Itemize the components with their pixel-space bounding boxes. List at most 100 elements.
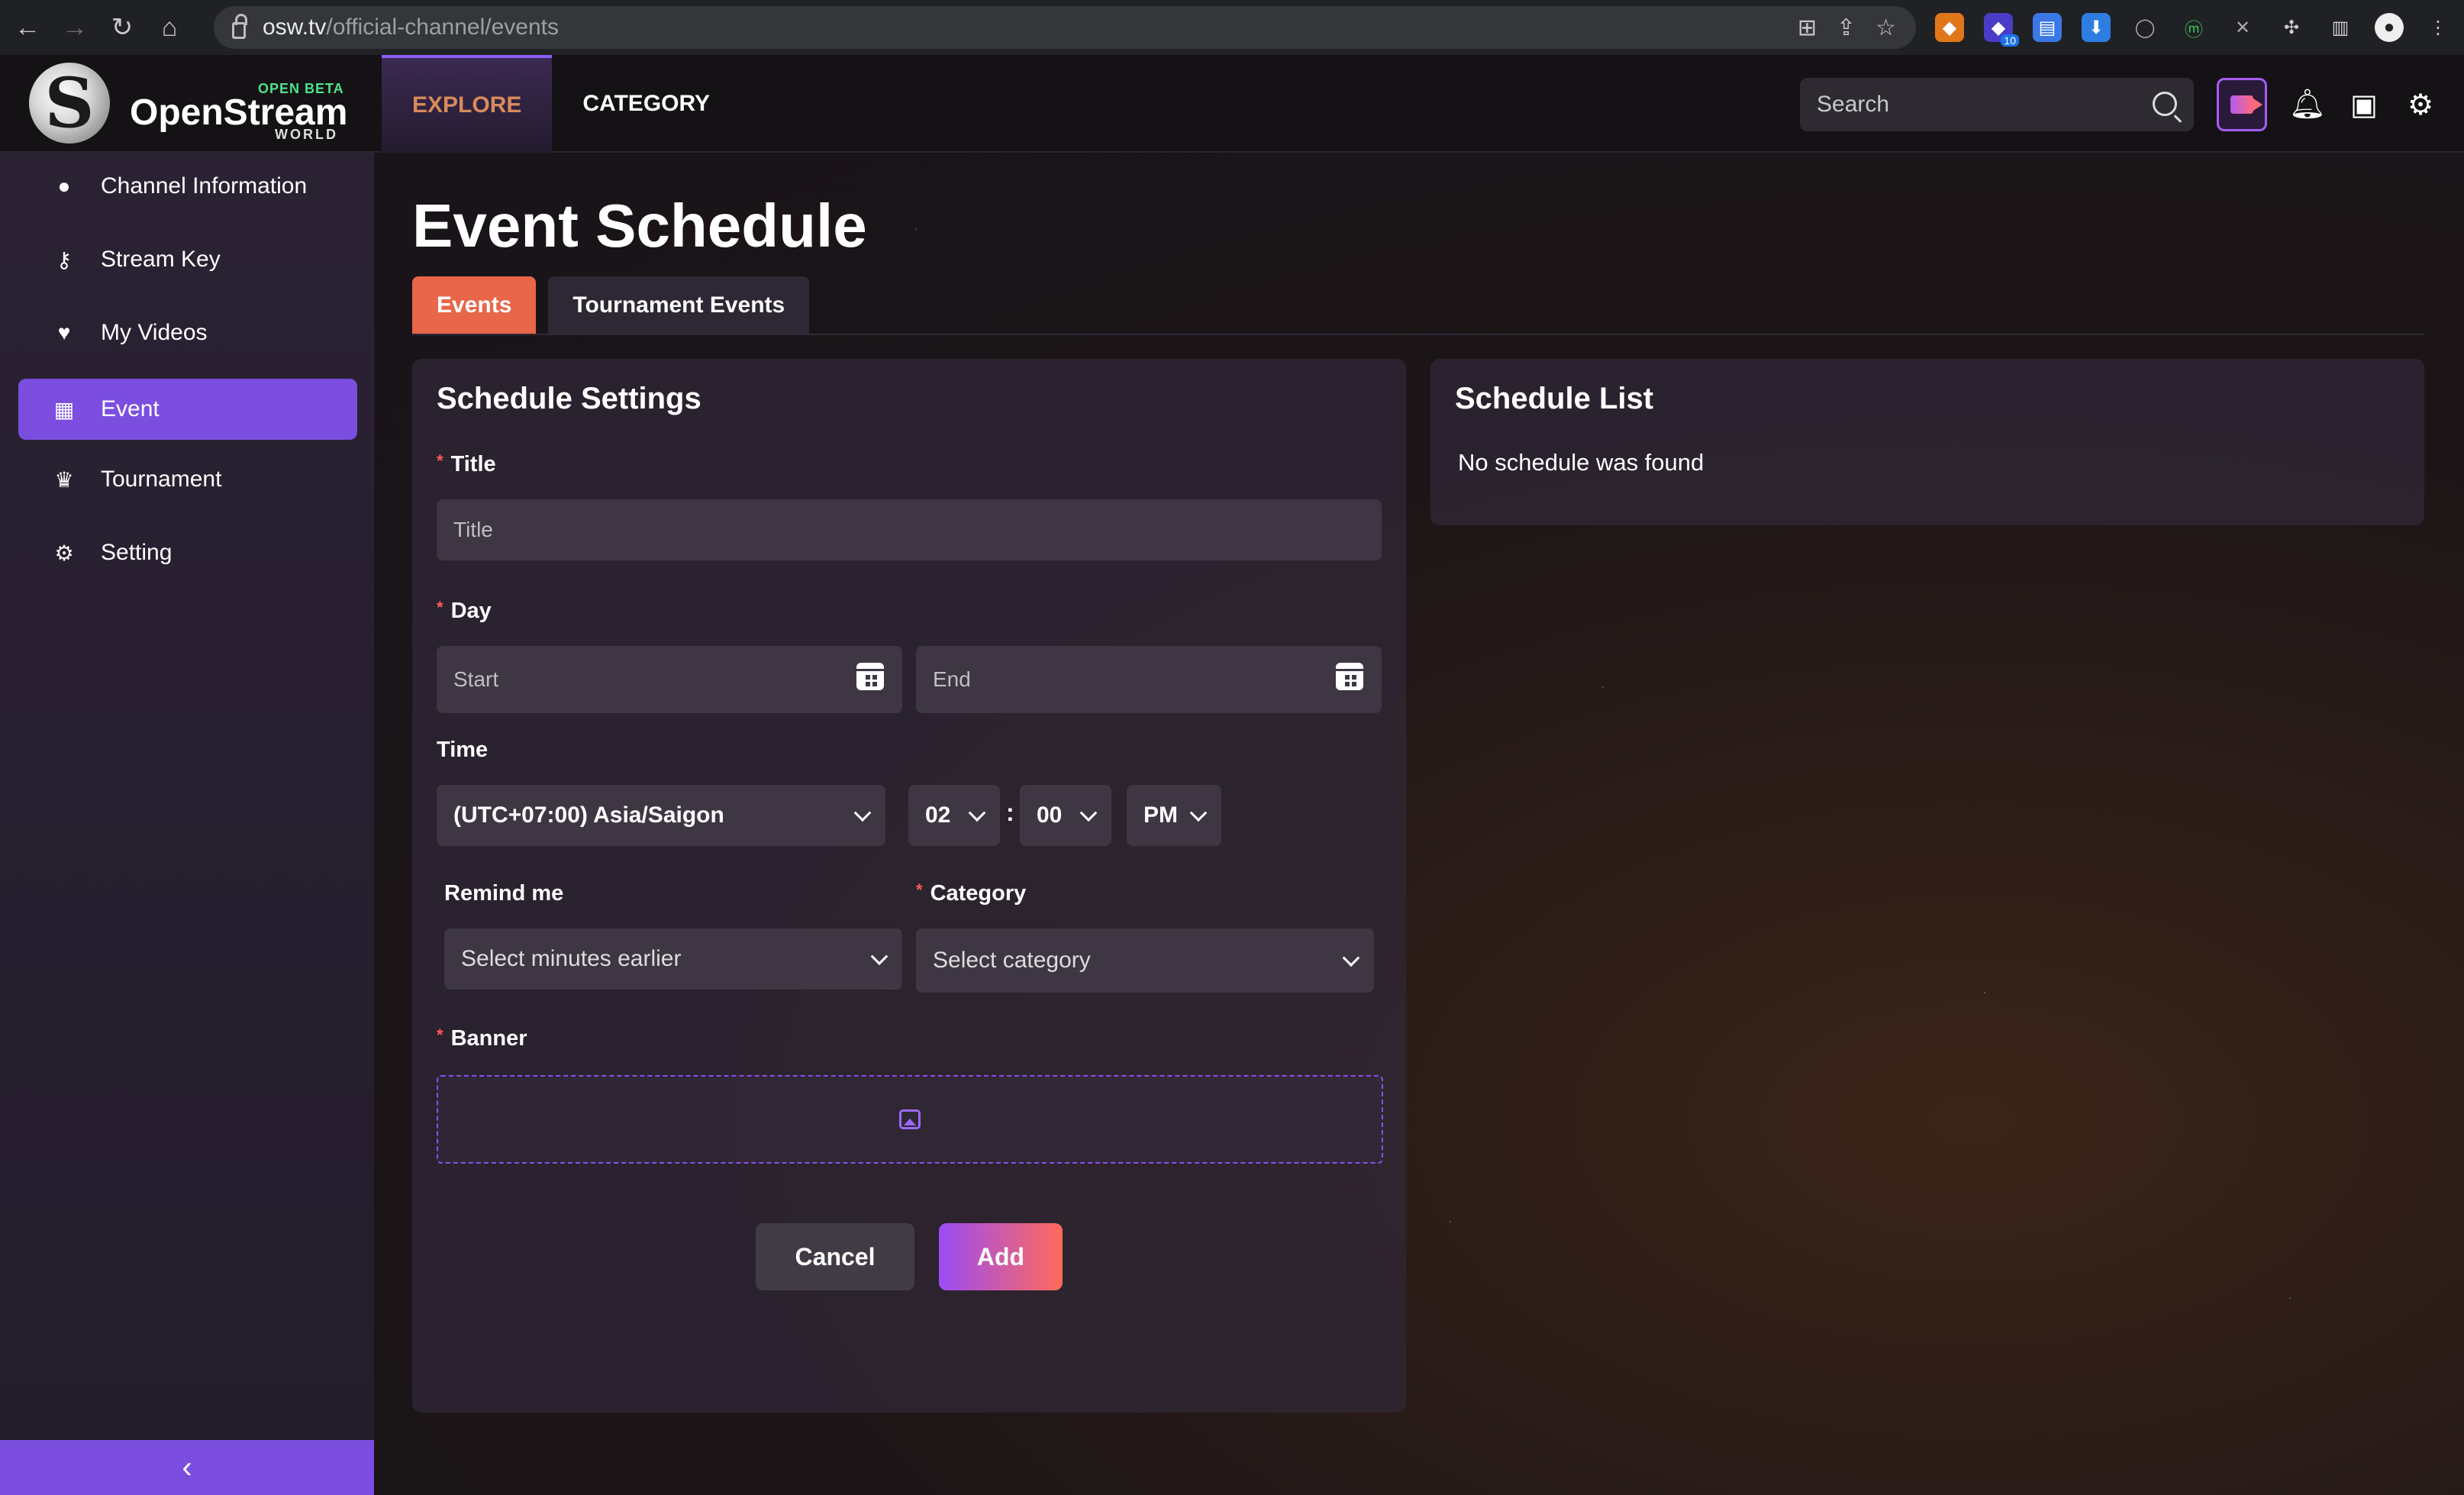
bell-icon[interactable]: 🔔︎ (2289, 89, 2326, 121)
address-bar[interactable]: osw.tv/official-channel/events ⊞ ⇪ ☆ (214, 6, 1916, 49)
title-field (437, 499, 1382, 560)
video-camera-icon (2230, 95, 2262, 114)
extension-icon[interactable]: ◆ 10 (1984, 13, 2019, 47)
key-icon: ⚷ (56, 247, 73, 272)
sidebar-item-label: My Videos (101, 320, 208, 345)
user-icon: ● (57, 174, 71, 198)
sidebar-item-label: Channel Information (101, 173, 308, 199)
tool-extension-icon[interactable]: ✕ (2228, 13, 2257, 42)
profile-avatar-icon[interactable]: ● (2375, 13, 2404, 42)
start-date-field (437, 646, 902, 713)
translate-icon[interactable]: ⊞ (1798, 15, 1817, 41)
m-extension-icon[interactable]: ⓜ (2179, 13, 2208, 42)
forward-icon[interactable]: → (55, 8, 95, 47)
calendar-icon: ▦ (53, 397, 75, 421)
banner-upload-dropzone[interactable] (437, 1075, 1383, 1164)
reload-icon[interactable]: ↻ (102, 8, 142, 47)
puzzle-icon[interactable]: ✣ (2277, 13, 2306, 42)
category-select[interactable]: Select category (916, 928, 1374, 993)
required-mark: * (437, 451, 443, 470)
chevron-down-icon (1079, 804, 1098, 822)
remind-select[interactable]: Select minutes earlier (444, 928, 902, 990)
sidebar-item-label: Tournament (101, 467, 222, 492)
ampm-value: PM (1143, 802, 1178, 828)
calendar-icon[interactable] (1336, 663, 1363, 690)
sidebar-item-event[interactable]: ▦ Event (18, 379, 357, 440)
circle-extension-icon[interactable]: ◯ (2130, 13, 2159, 42)
extension-badge: 10 (2001, 34, 2019, 47)
nav-category[interactable]: CATEGORY (552, 55, 740, 153)
search-icon[interactable] (2153, 92, 2177, 116)
back-icon[interactable]: ← (8, 8, 47, 47)
bookmark-star-icon[interactable]: ☆ (1875, 15, 1896, 41)
schedule-settings-heading: Schedule Settings (437, 382, 701, 415)
openstream-logo[interactable]: S OPEN BETA OpenStream WORLD (29, 63, 365, 147)
minute-select[interactable]: 00 (1020, 785, 1111, 846)
heart-icon: ♥ (57, 321, 71, 344)
timezone-value: (UTC+07:00) Asia/Saigon (453, 802, 724, 828)
title-input[interactable] (453, 518, 1196, 542)
empty-schedule-message: No schedule was found (1458, 449, 1704, 476)
docs-extension-icon[interactable]: ▤ (2033, 13, 2062, 42)
ampm-select[interactable]: PM (1127, 785, 1221, 846)
site-header: S OPEN BETA OpenStream WORLD EXPLORE CAT… (0, 55, 2464, 153)
tab-divider (412, 334, 2424, 335)
metamask-extension-icon[interactable]: ◆ (1935, 13, 1964, 42)
hour-value: 02 (925, 802, 951, 828)
top-nav: EXPLORE CATEGORY (382, 55, 740, 153)
extensions-bar: ◆ ◆ 10 ▤ ⬇ ◯ ⓜ ✕ ✣ ▥ ● ⋮ (1935, 8, 2453, 47)
required-mark: * (916, 880, 923, 899)
hour-select[interactable]: 02 (908, 785, 1000, 846)
image-upload-icon (899, 1109, 921, 1129)
sidebar-item-channel-information[interactable]: ● Channel Information (18, 156, 357, 217)
chevron-down-icon (1189, 804, 1208, 822)
lock-icon (232, 14, 247, 39)
search-input[interactable] (1817, 92, 2122, 118)
sidebar-item-label: Event (101, 396, 160, 421)
tab-bar: Events Tournament Events (412, 276, 810, 334)
share-icon[interactable]: ⇪ (1837, 15, 1856, 41)
sidepanel-icon[interactable]: ▥ (2326, 13, 2355, 42)
collapse-sidebar-button[interactable]: ‹ (0, 1440, 374, 1495)
sidebar-item-setting[interactable]: ⚙ Setting (18, 522, 357, 583)
chevron-down-icon (870, 948, 889, 966)
gear-icon: ⚙ (54, 541, 74, 565)
tab-events[interactable]: Events (412, 276, 537, 334)
download-extension-icon[interactable]: ⬇ (2082, 13, 2111, 42)
title-label: * Title (437, 451, 496, 476)
timezone-select[interactable]: (UTC+07:00) Asia/Saigon (437, 785, 885, 846)
start-date-input[interactable] (453, 667, 813, 692)
end-date-field (916, 646, 1382, 713)
wallet-icon[interactable]: ▣ (2348, 89, 2380, 121)
end-date-input[interactable] (933, 667, 1292, 692)
search-box (1800, 78, 2194, 131)
url-text: osw.tv/official-channel/events (263, 15, 560, 40)
kebab-menu-icon[interactable]: ⋮ (2424, 13, 2453, 42)
home-icon[interactable]: ⌂ (150, 8, 189, 47)
schedule-list-panel: Schedule List No schedule was found (1430, 359, 2424, 525)
sidebar-item-tournament[interactable]: ♛ Tournament (18, 449, 357, 510)
chevron-down-icon (1342, 949, 1360, 967)
calendar-icon[interactable] (856, 663, 884, 690)
schedule-settings-panel: Schedule Settings *Title *Day Time (UTC+… (412, 359, 1406, 1413)
remind-me-label: Remind me (444, 881, 564, 906)
cancel-button[interactable]: Cancel (756, 1223, 914, 1290)
tab-tournament-events[interactable]: Tournament Events (548, 276, 810, 334)
schedule-list-heading: Schedule List (1455, 382, 1654, 415)
day-label: * Day (437, 598, 492, 623)
sidebar-item-my-videos[interactable]: ♥ My Videos (18, 302, 357, 363)
sidebar-item-label: Stream Key (101, 247, 221, 272)
page-title: Event Schedule (412, 192, 867, 260)
time-separator: : (1006, 799, 1014, 826)
category-value: Select category (933, 948, 1091, 973)
sidebar-item-stream-key[interactable]: ⚷ Stream Key (18, 229, 357, 290)
logo-world-label: WORLD (275, 127, 338, 142)
time-label: Time (437, 738, 489, 762)
chevron-down-icon (968, 804, 986, 822)
required-mark: * (437, 1025, 443, 1045)
go-live-button[interactable] (2217, 78, 2267, 131)
add-button[interactable]: Add (939, 1223, 1063, 1290)
nav-explore[interactable]: EXPLORE (382, 55, 553, 153)
trophy-icon: ♛ (54, 467, 74, 492)
gear-icon[interactable]: ⚙ (2404, 89, 2437, 121)
